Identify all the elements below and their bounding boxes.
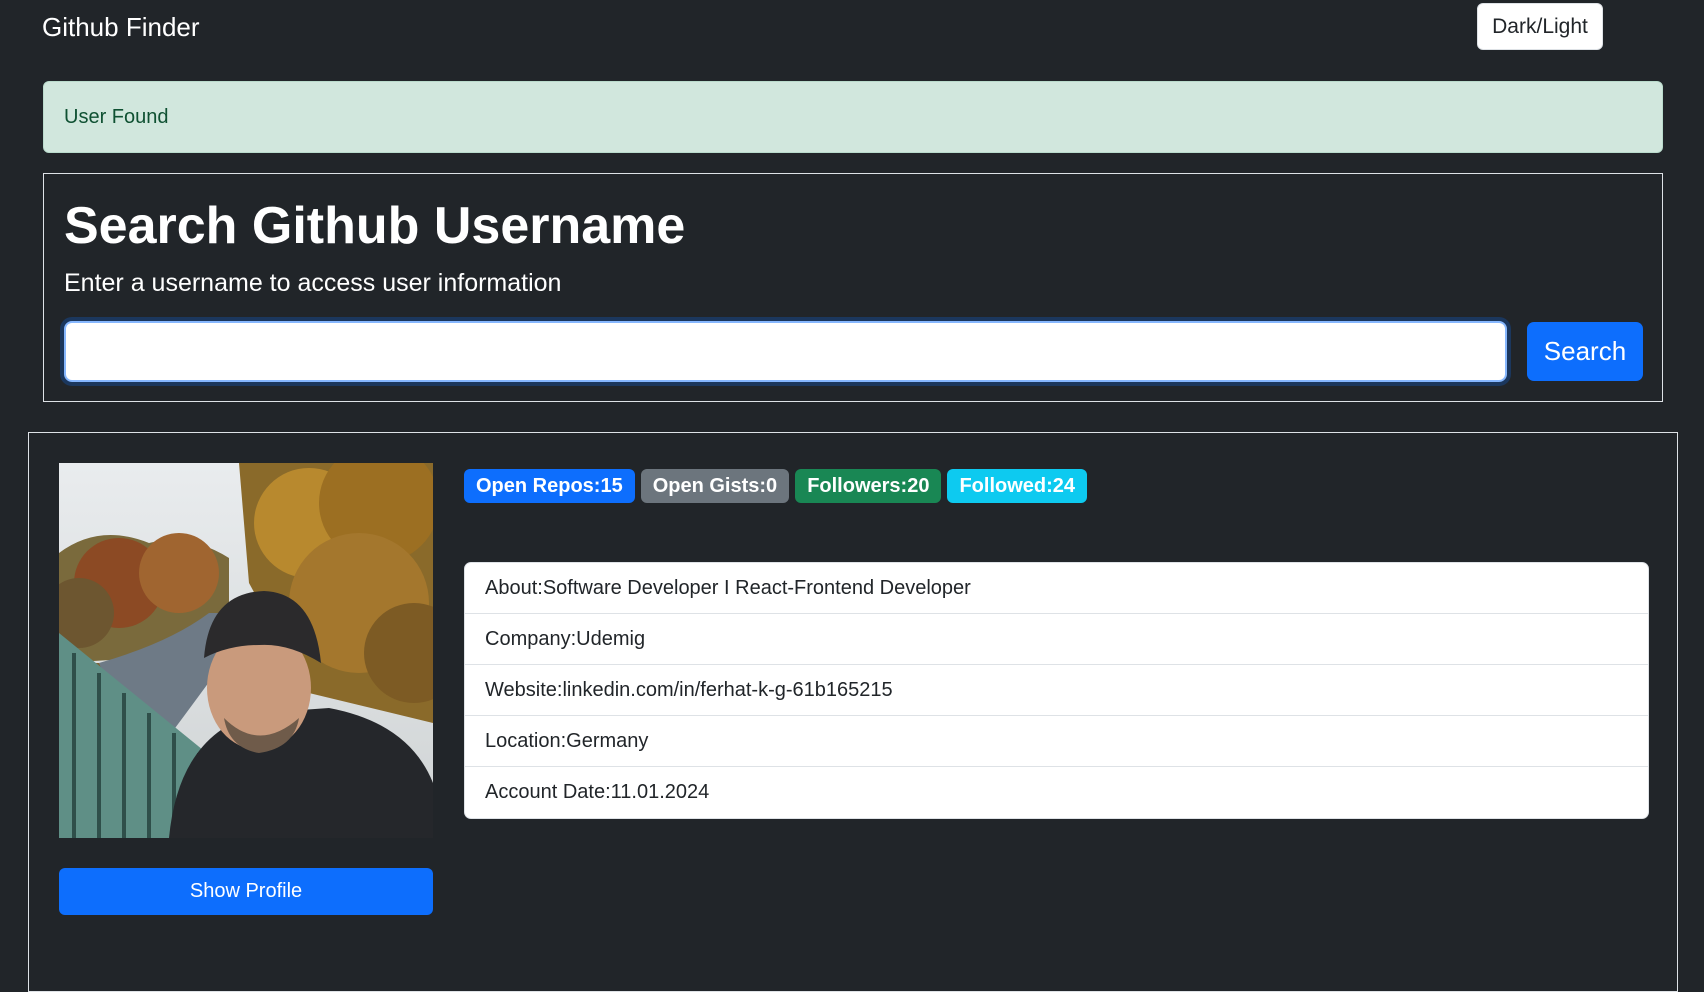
- detail-about: About:Software Developer I React-Fronten…: [465, 563, 1648, 614]
- alert-message: User Found: [64, 106, 169, 128]
- open-repos-badge: Open Repos:15: [464, 469, 635, 503]
- user-details-list: About:Software Developer I React-Fronten…: [464, 562, 1649, 819]
- user-photo-icon: [59, 463, 433, 838]
- navbar: Github Finder Dark/Light: [0, 0, 1704, 54]
- detail-location: Location:Germany: [465, 716, 1648, 767]
- theme-toggle-button[interactable]: Dark/Light: [1477, 3, 1603, 50]
- search-title: Search Github Username: [64, 197, 686, 255]
- search-subtitle: Enter a username to access user informat…: [64, 269, 562, 297]
- username-search-input[interactable]: [64, 321, 1507, 382]
- status-alert: User Found: [43, 81, 1663, 153]
- open-gists-badge: Open Gists:0: [640, 469, 790, 503]
- detail-company: Company:Udemig: [465, 614, 1648, 665]
- followers-badge: Followers:20: [795, 469, 942, 503]
- search-section: Search Github Username Enter a username …: [43, 173, 1663, 402]
- detail-account-date: Account Date:11.01.2024: [485, 781, 710, 803]
- search-button[interactable]: Search: [1527, 322, 1643, 381]
- profile-card: Show Profile Open Repos:15 Open Gists:0 …: [28, 432, 1678, 992]
- stats-badges: Open Repos:15 Open Gists:0 Followers:20 …: [464, 469, 1088, 503]
- followed-badge: Followed:24: [947, 469, 1088, 503]
- show-profile-button[interactable]: Show Profile: [59, 868, 433, 915]
- detail-website: Website:linkedin.com/in/ferhat-k-g-61b16…: [465, 665, 1648, 716]
- avatar: [59, 463, 433, 838]
- app-brand[interactable]: Github Finder: [42, 12, 200, 43]
